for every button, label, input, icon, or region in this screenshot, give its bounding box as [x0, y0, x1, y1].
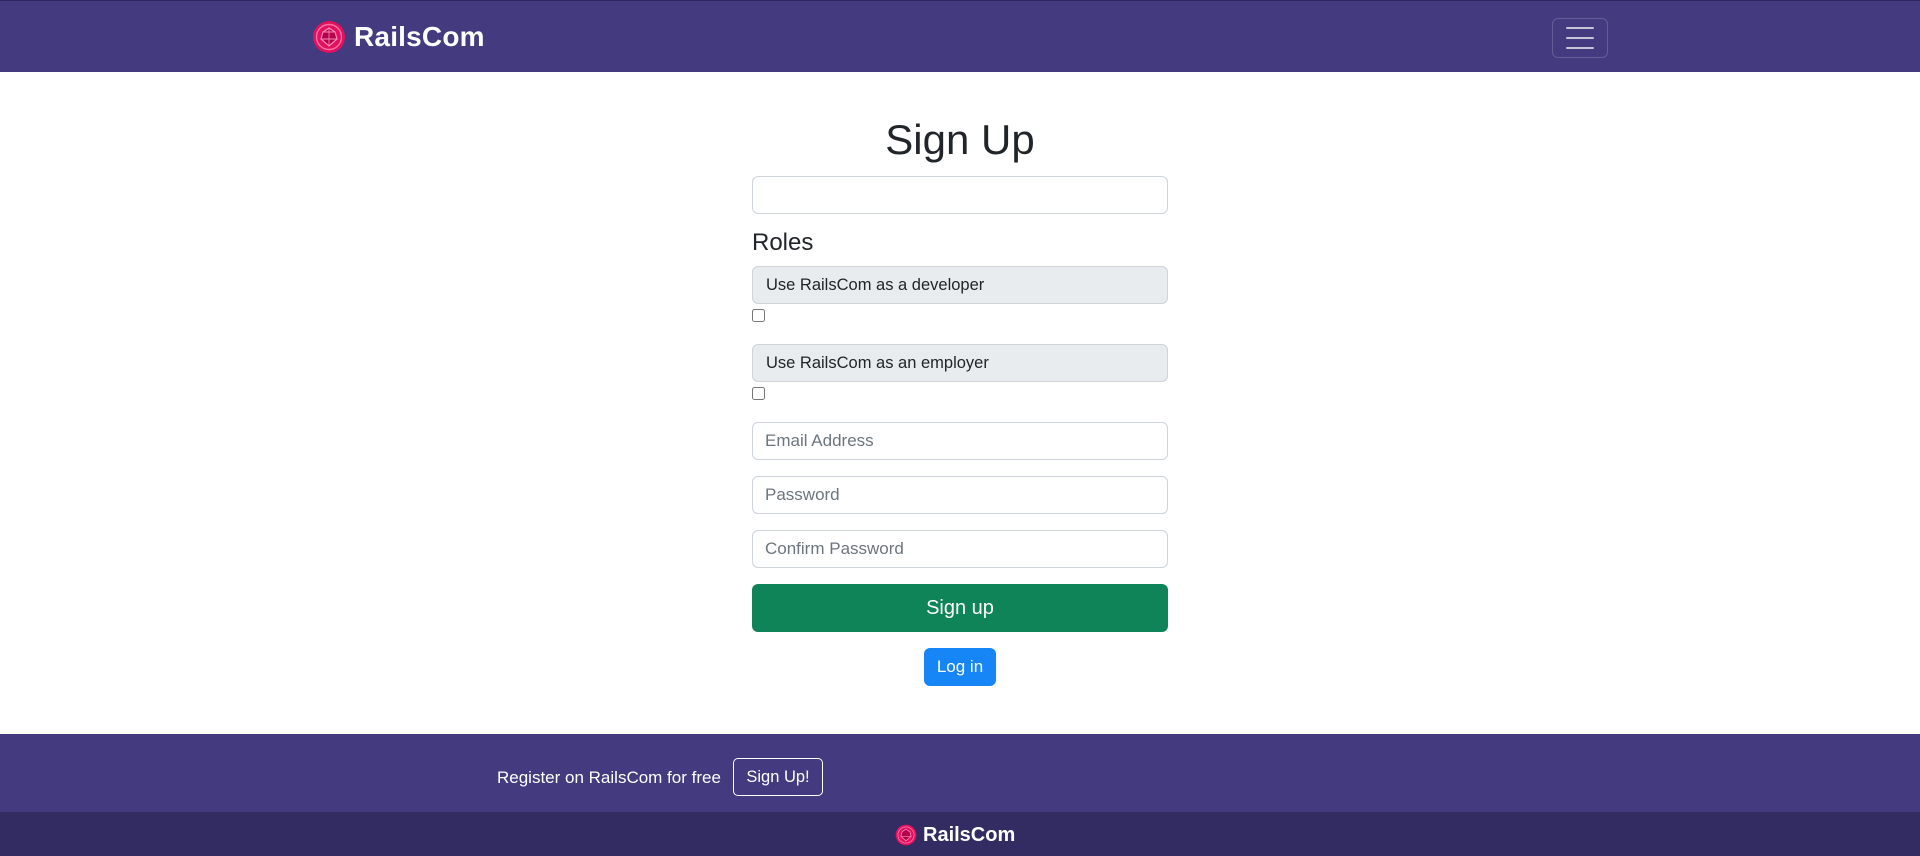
signup-button[interactable]: Sign up	[752, 584, 1168, 632]
password-field[interactable]	[752, 476, 1168, 514]
footer-signup-button[interactable]: Sign Up!	[733, 758, 823, 796]
confirm-password-field[interactable]	[752, 530, 1168, 568]
role-employer-label: Use RailsCom as an employer	[752, 344, 1168, 382]
role-employer-checkbox[interactable]	[752, 387, 765, 400]
top-navbar: RailsCom	[0, 0, 1920, 72]
hamburger-menu-button[interactable]	[1552, 18, 1608, 58]
brand-name: RailsCom	[354, 21, 485, 52]
ruby-gem-icon	[313, 21, 345, 53]
footer-cta-bar	[0, 734, 1920, 812]
roles-heading: Roles	[752, 229, 814, 256]
role-developer-label: Use RailsCom as a developer	[752, 266, 1168, 304]
ruby-gem-icon	[895, 824, 917, 846]
hamburger-menu-icon-line	[1566, 47, 1594, 49]
hamburger-menu-icon-line	[1566, 27, 1594, 29]
hamburger-menu-icon-line	[1566, 37, 1594, 39]
role-developer-checkbox[interactable]	[752, 309, 765, 322]
brand-link[interactable]: RailsCom	[312, 18, 485, 56]
name-input[interactable]	[752, 176, 1168, 214]
page-title: Sign Up	[885, 116, 1035, 163]
footer-brand-name: RailsCom	[923, 823, 1016, 846]
login-button[interactable]: Log in	[924, 648, 996, 686]
footer-brand-link[interactable]: RailsCom	[895, 823, 1015, 847]
footer-register-text: Register on RailsCom for free	[497, 768, 721, 787]
email-field[interactable]	[752, 422, 1168, 460]
